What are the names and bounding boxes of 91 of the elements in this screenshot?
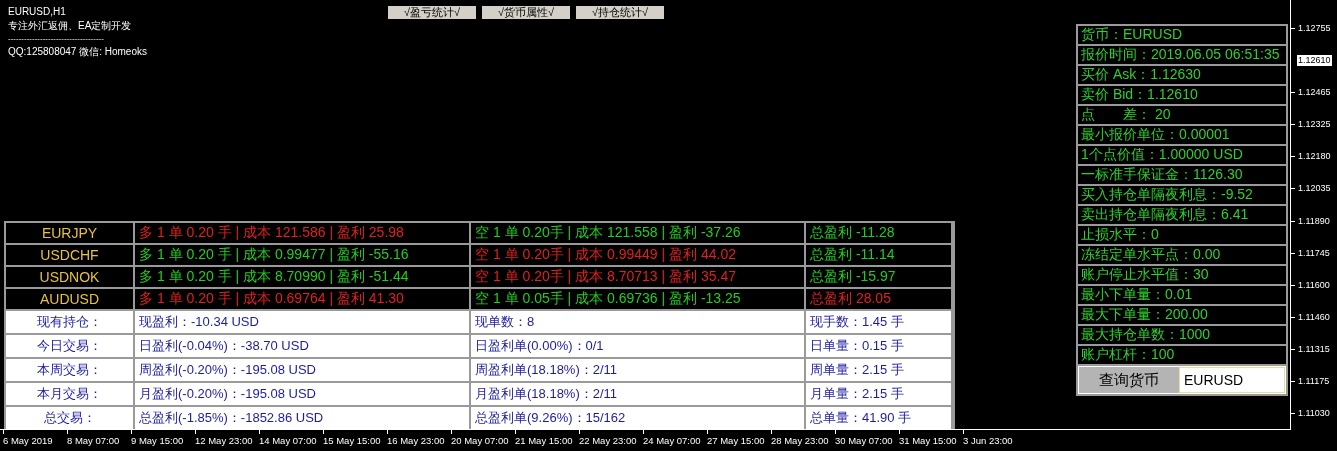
table-cell: 本周交易： — [6, 359, 133, 381]
symbol-cell: USDCHF — [6, 245, 133, 265]
table-cell: 空 1 单 0.20手 | 成本 8.70713 | 盈利 35.47 — [471, 267, 804, 287]
table-cell: 本月交易： — [6, 383, 133, 405]
table-cell: 月单量：2.15 手 — [806, 383, 951, 405]
table-cell: 现盈利：-10.34 USD — [135, 311, 469, 333]
price-label: 1.12755 — [1297, 22, 1332, 34]
time-label: 28 May 23:00 — [771, 435, 830, 446]
info-row: 最大下单量：200.00 — [1078, 306, 1286, 324]
symbol-timeframe: EURUSD,H1 — [8, 5, 67, 19]
time-label: 8 May 07:00 — [67, 435, 121, 446]
info-row: 买入持仓单隔夜利息：-9.52 — [1078, 186, 1286, 204]
time-label: 31 May 15:00 — [899, 435, 958, 446]
time-label: 24 May 07:00 — [643, 435, 702, 446]
symbol-input-field[interactable]: EURUSD — [1179, 367, 1285, 393]
table-cell: 现单数：8 — [471, 311, 804, 333]
info-row: 冻结定单水平点：0.00 — [1078, 246, 1286, 264]
table-cell: 总交易： — [6, 407, 133, 429]
symbol-cell: USDNOK — [6, 267, 133, 287]
query-button[interactable]: 查询货币 — [1079, 367, 1179, 393]
info-row: 一标准手保证金：1126.30 — [1078, 166, 1286, 184]
tagline: 专注外汇返佣、EA定制开发 — [8, 19, 133, 33]
table-cell: 总盈利(-1.85%)：-1852.86 USD — [135, 407, 469, 429]
info-row: 最大持仓单数：1000 — [1078, 326, 1286, 344]
time-label: 15 May 15:00 — [323, 435, 382, 446]
time-label: 9 May 15:00 — [131, 435, 185, 446]
info-row: 止损水平：0 — [1078, 226, 1286, 244]
table-cell: 总盈利 28.05 — [806, 289, 951, 309]
toggle-button[interactable]: √盈亏统计√ — [388, 6, 476, 19]
time-label: 12 May 23:00 — [195, 435, 254, 446]
table-cell: 现手数：1.45 手 — [806, 311, 951, 333]
time-label: 27 May 15:00 — [707, 435, 766, 446]
price-label: 1.12180 — [1297, 151, 1332, 163]
table-cell: 日单量：0.15 手 — [806, 335, 951, 357]
contact-info: QQ:125808047 微信: Homeoks — [8, 45, 148, 59]
dashed-divider: ------------------------------------ — [8, 33, 105, 45]
info-row: 1个点价值：1.00000 USD — [1078, 146, 1286, 164]
table-cell: 总盈利 -15.97 — [806, 267, 951, 287]
info-row: 点 差： 20 — [1078, 106, 1286, 124]
info-row: 报价时间：2019.06.05 06:51:35 — [1078, 46, 1286, 64]
price-label: 1.12465 — [1297, 86, 1332, 98]
info-row: 卖出持仓单隔夜利息：6.41 — [1078, 206, 1286, 224]
time-label: 22 May 23:00 — [579, 435, 638, 446]
price-label: 1.11745 — [1297, 247, 1331, 259]
table-cell: 周盈利(-0.20%)：-195.08 USD — [135, 359, 469, 381]
table-cell: 日盈利单(0.00%)：0/1 — [471, 335, 804, 357]
table-cell: 周盈利单(18.18%)：2/11 — [471, 359, 804, 381]
info-row: 账户杠杆：100 — [1078, 346, 1286, 364]
table-cell: 多 1 单 0.20 手 | 成本 0.99477 | 盈利 -55.16 — [135, 245, 469, 265]
table-cell: 多 1 单 0.20 手 | 成本 0.69764 | 盈利 41.30 — [135, 289, 469, 309]
table-cell: 现有持仓： — [6, 311, 133, 333]
time-label: 16 May 23:00 — [387, 435, 446, 446]
price-label: 1.12325 — [1297, 119, 1332, 131]
time-label: 3 Jun 23:00 — [963, 435, 1014, 446]
price-label: 1.11175 — [1297, 376, 1331, 388]
table-cell: 总盈利单(9.26%)：15/162 — [471, 407, 804, 429]
table-cell: 空 1 单 0.20手 | 成本 121.558 | 盈利 -37.26 — [471, 223, 804, 243]
time-label: 21 May 15:00 — [515, 435, 574, 446]
table-cell: 总盈利 -11.14 — [806, 245, 951, 265]
table-cell: 日盈利(-0.04%)：-38.70 USD — [135, 335, 469, 357]
toggle-button[interactable]: √持仓统计√ — [576, 6, 664, 19]
table-cell: 空 1 单 0.20手 | 成本 0.99449 | 盈利 44.02 — [471, 245, 804, 265]
table-cell: 多 1 单 0.20 手 | 成本 121.586 | 盈利 25.98 — [135, 223, 469, 243]
info-row: 账户停止水平值：30 — [1078, 266, 1286, 284]
info-row: 卖价 Bid：1.12610 — [1078, 86, 1286, 104]
time-label: 30 May 07:00 — [835, 435, 894, 446]
price-label: 1.11315 — [1297, 344, 1331, 356]
current-price-label: 1.12610 — [1297, 54, 1332, 66]
table-cell: 月盈利(-0.20%)：-195.08 USD — [135, 383, 469, 405]
table-cell: 今日交易： — [6, 335, 133, 357]
table-cell: 总盈利 -11.28 — [806, 223, 951, 243]
info-row: 买价 Ask：1.12630 — [1078, 66, 1286, 84]
price-label: 1.11600 — [1297, 279, 1331, 291]
time-label: 14 May 07:00 — [259, 435, 318, 446]
table-cell: 周单量：2.15 手 — [806, 359, 951, 381]
table-cell: 总单量：41.90 手 — [806, 407, 951, 429]
price-label: 1.11890 — [1297, 215, 1331, 227]
toggle-button[interactable]: √货币属性√ — [482, 6, 570, 19]
info-row: 最小下单量：0.01 — [1078, 286, 1286, 304]
symbol-cell: EURJPY — [6, 223, 133, 243]
table-cell: 空 1 单 0.05手 | 成本 0.69736 | 盈利 -13.25 — [471, 289, 804, 309]
time-label: 6 May 2019 — [3, 435, 54, 446]
table-cell: 多 1 单 0.20 手 | 成本 8.70990 | 盈利 -51.44 — [135, 267, 469, 287]
time-label: 20 May 07:00 — [451, 435, 510, 446]
price-label: 1.12035 — [1297, 183, 1332, 195]
table-cell: 月盈利单(18.18%)：2/11 — [471, 383, 804, 405]
price-label: 1.11030 — [1297, 408, 1331, 420]
symbol-cell: AUDUSD — [6, 289, 133, 309]
price-label: 1.11460 — [1297, 312, 1331, 323]
info-row: 最小报价单位：0.00001 — [1078, 126, 1286, 144]
info-row: 货币：EURUSD — [1078, 26, 1286, 44]
